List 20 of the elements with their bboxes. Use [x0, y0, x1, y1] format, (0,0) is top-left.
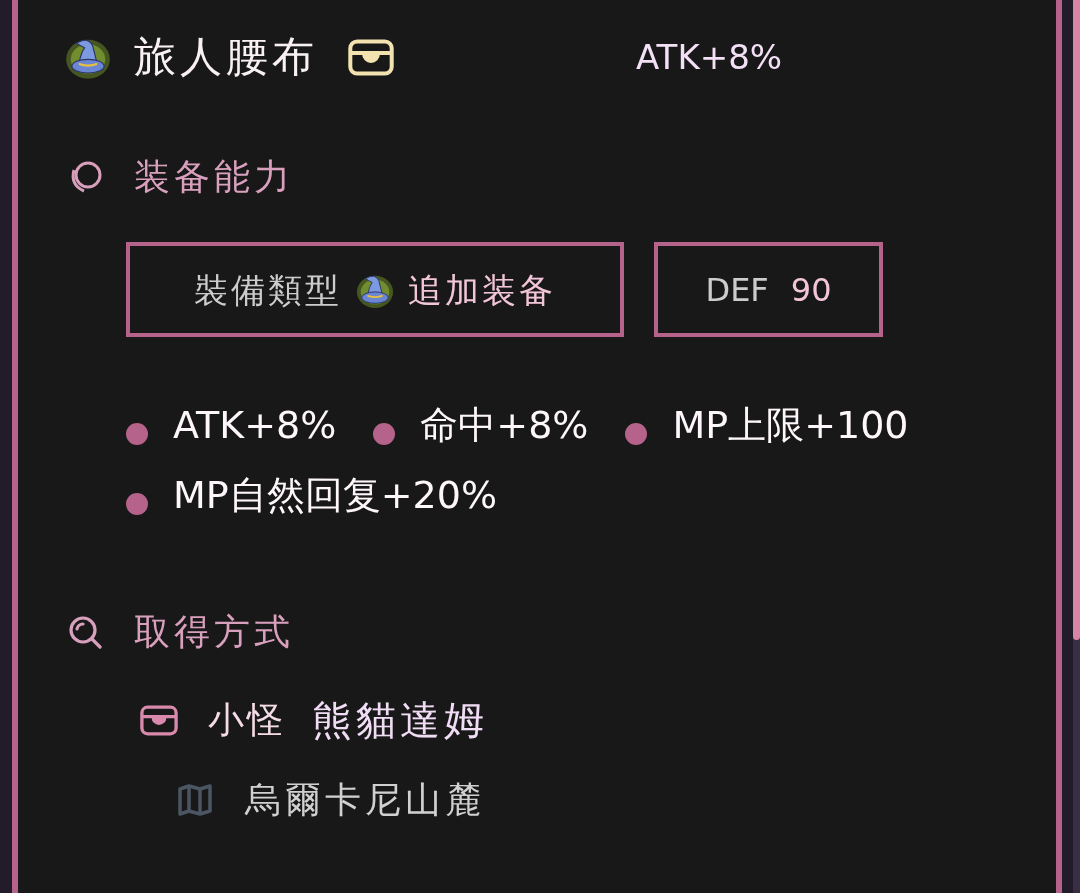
source-name: 熊貓達姆 [312, 700, 488, 740]
source-type: 小怪 [208, 702, 286, 738]
item-name: 旅人腰布 [134, 36, 318, 78]
search-icon [68, 615, 102, 649]
defense-label: DEF [705, 273, 769, 306]
equip-type-value: 追加装备 [408, 272, 556, 307]
section-title: 装备能力 [134, 159, 294, 195]
defense-value: 90 [790, 273, 832, 306]
scrollbar-thumb[interactable] [1073, 0, 1080, 640]
equip-type-label: 裝備類型 [194, 272, 342, 307]
effect-text: 命中+8% [420, 406, 589, 444]
chest-icon [348, 38, 394, 76]
location-name: 烏爾卡尼山麓 [245, 782, 485, 818]
section-title: 取得方式 [134, 614, 294, 650]
item-stat: ATK+8% [636, 40, 783, 74]
chest-icon [140, 704, 178, 736]
map-icon [178, 784, 212, 816]
effect-text: MP自然回复+20% [173, 476, 497, 514]
effect-text: ATK+8% [173, 406, 337, 444]
effect-text: MP上限+100 [672, 406, 909, 444]
